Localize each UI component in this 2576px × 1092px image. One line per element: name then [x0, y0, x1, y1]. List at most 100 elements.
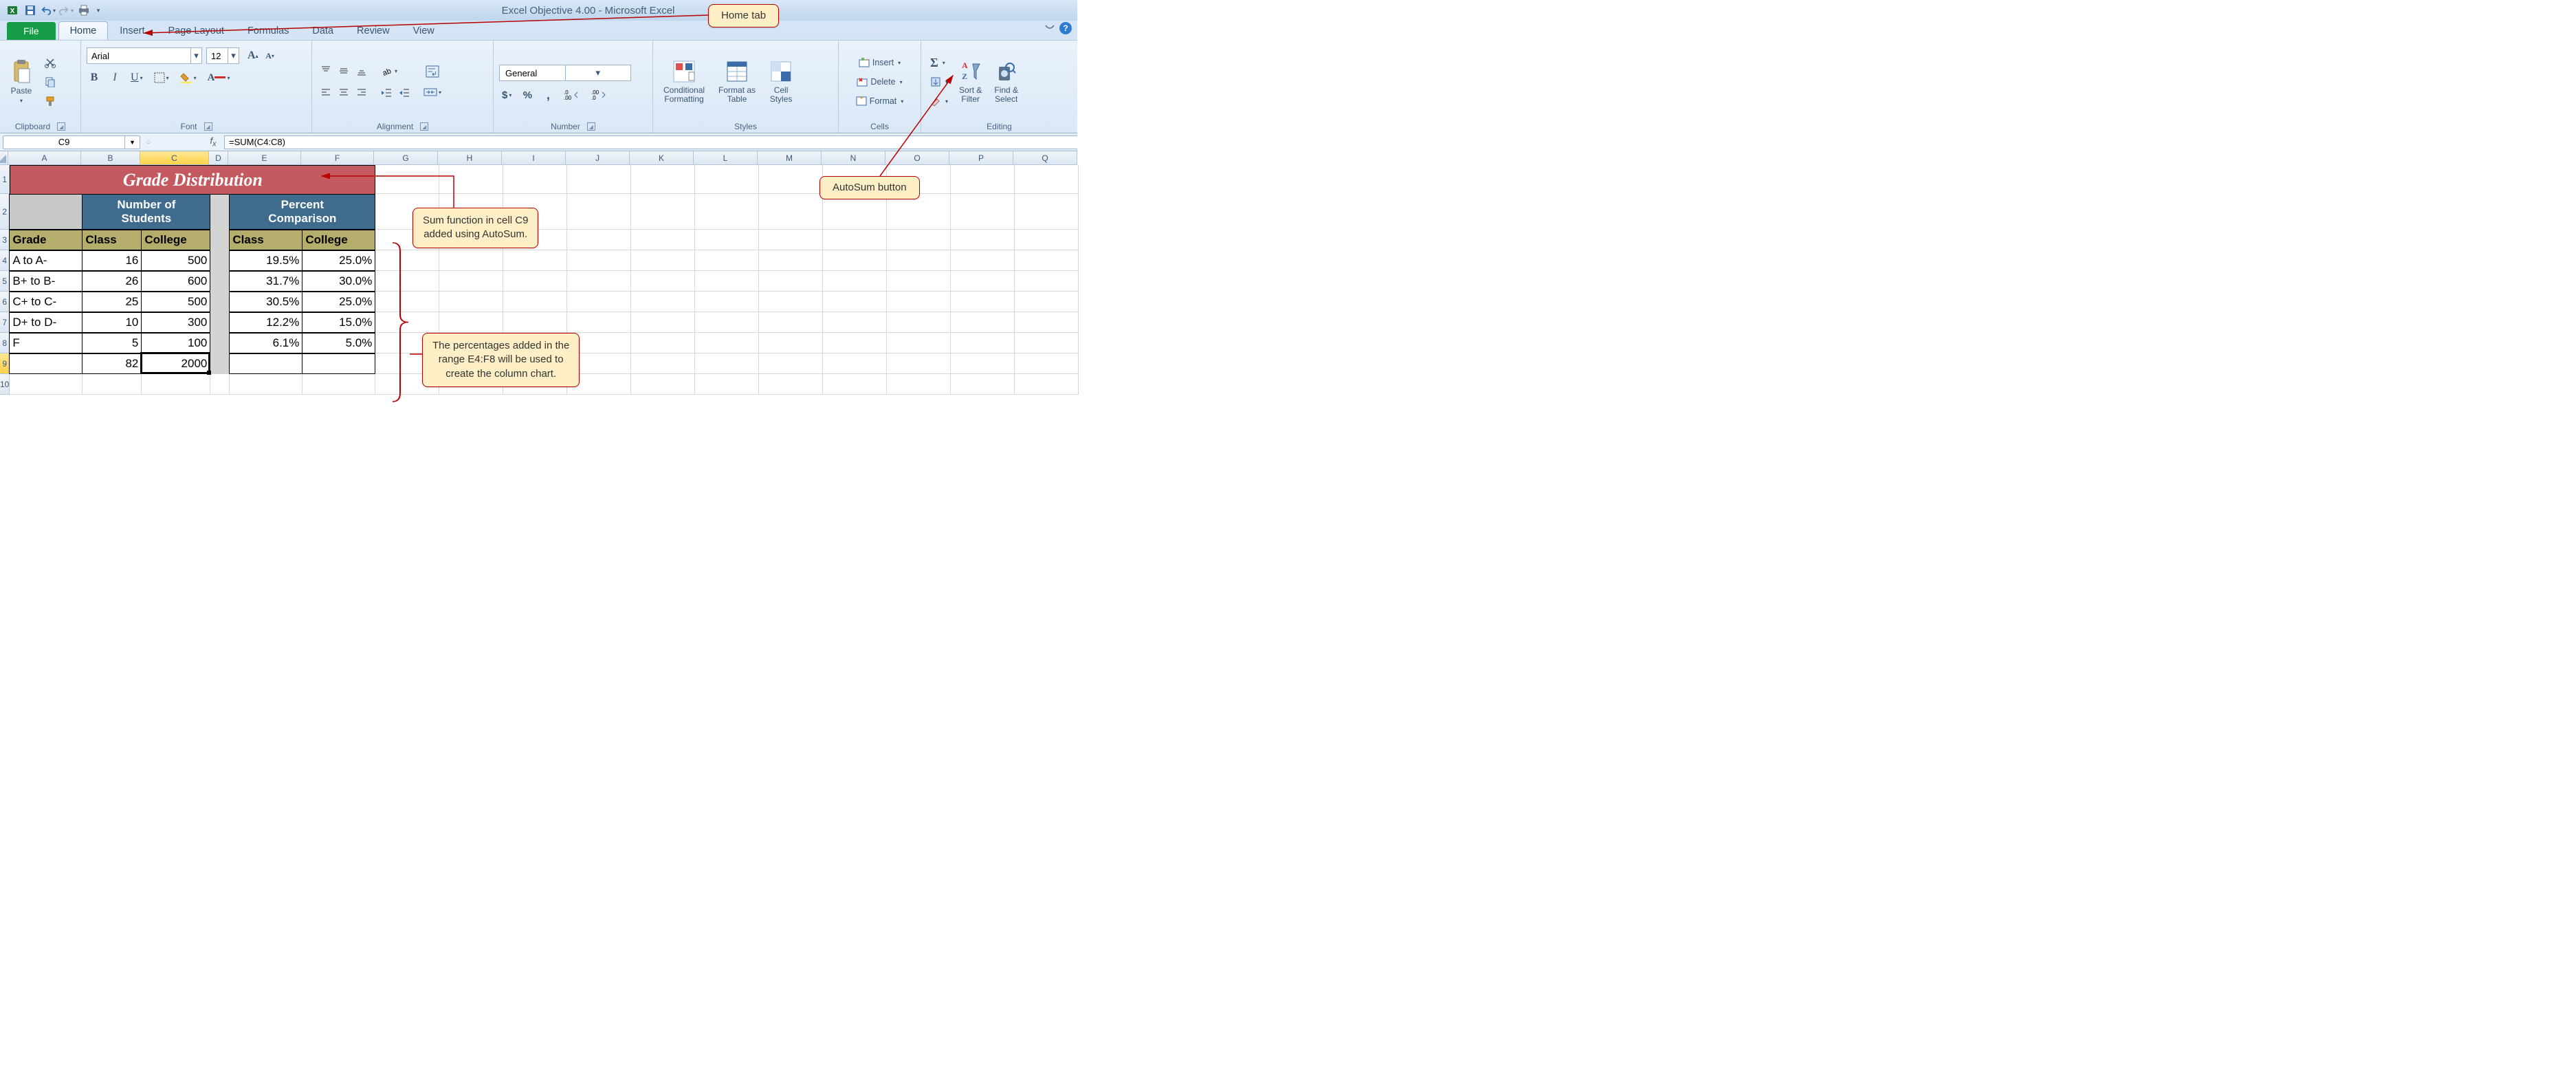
cell[interactable] [1015, 250, 1079, 270]
cell-A6[interactable]: C+ to C- [9, 292, 82, 312]
cell[interactable] [375, 292, 439, 312]
col-header-H[interactable]: H [438, 151, 502, 165]
cell[interactable] [823, 292, 887, 312]
cell-C5[interactable]: 600 [141, 271, 210, 292]
cell[interactable] [631, 292, 695, 312]
clear-button[interactable]: ▾ [927, 93, 951, 109]
cell[interactable] [503, 292, 567, 312]
cell[interactable] [887, 333, 951, 353]
cell[interactable] [759, 353, 823, 373]
col-header-J[interactable]: J [566, 151, 630, 165]
tab-data[interactable]: Data [300, 21, 345, 40]
cell[interactable] [439, 292, 503, 312]
cell[interactable] [951, 194, 1015, 229]
cell[interactable] [887, 374, 951, 394]
decrease-indent-icon[interactable] [378, 85, 395, 100]
comma-icon[interactable]: , [540, 87, 555, 102]
cell[interactable] [567, 312, 631, 332]
cell[interactable] [951, 292, 1015, 312]
fill-button[interactable]: ▾ [927, 74, 951, 90]
cell[interactable] [823, 312, 887, 332]
cell-B5[interactable]: 26 [82, 271, 142, 292]
cell[interactable] [503, 312, 567, 332]
row-header-7[interactable]: 7 [0, 312, 10, 333]
cell-B7[interactable]: 10 [82, 312, 142, 333]
insert-cells-button[interactable]: Insert▾ [855, 54, 904, 71]
cell[interactable] [567, 250, 631, 270]
cell[interactable] [631, 230, 695, 250]
cell[interactable] [567, 165, 631, 193]
cell[interactable] [823, 353, 887, 373]
cell[interactable] [951, 312, 1015, 332]
cell-A9[interactable] [9, 353, 82, 374]
cell-F9[interactable] [302, 353, 375, 374]
fill-color-icon[interactable]: ▾ [177, 70, 199, 85]
cell-E8[interactable]: 6.1% [229, 333, 302, 353]
cell[interactable] [951, 353, 1015, 373]
row-header-5[interactable]: 5 [0, 271, 10, 292]
col-header-N[interactable]: N [822, 151, 885, 165]
cell[interactable] [695, 292, 759, 312]
cell-F3[interactable]: College [302, 230, 375, 250]
cell[interactable] [439, 271, 503, 291]
cell[interactable] [302, 374, 375, 394]
find-select-button[interactable]: Find & Select [989, 43, 1023, 120]
cell[interactable] [759, 230, 823, 250]
row-header-8[interactable]: 8 [0, 333, 10, 353]
col-header-K[interactable]: K [630, 151, 694, 165]
cell-C8[interactable]: 100 [141, 333, 210, 353]
cell-C7[interactable]: 300 [141, 312, 210, 333]
cell[interactable] [695, 250, 759, 270]
cell-E3[interactable]: Class [229, 230, 302, 250]
col-header-I[interactable]: I [502, 151, 566, 165]
col-header-L[interactable]: L [694, 151, 758, 165]
cell-B3[interactable]: Class [82, 230, 142, 250]
col-header-M[interactable]: M [758, 151, 822, 165]
italic-icon[interactable]: I [107, 70, 122, 85]
qat-customize-icon[interactable]: ▾ [93, 3, 103, 18]
redo-icon[interactable]: ▾ [58, 3, 74, 18]
increase-indent-icon[interactable] [396, 85, 412, 100]
cell-C6[interactable]: 500 [141, 292, 210, 312]
cut-icon[interactable] [41, 54, 59, 71]
font-color-icon[interactable]: A▾ [205, 70, 233, 85]
autosum-button[interactable]: Σ▾ [927, 54, 951, 71]
cell[interactable] [1015, 194, 1079, 229]
copy-icon[interactable] [41, 74, 59, 90]
sort-filter-button[interactable]: AZ Sort & Filter [954, 43, 987, 120]
cell[interactable] [1015, 374, 1079, 394]
row-header-6[interactable]: 6 [0, 292, 10, 312]
cell[interactable] [823, 230, 887, 250]
cell[interactable] [439, 165, 503, 193]
col-header-F[interactable]: F [301, 151, 374, 165]
cell-E5[interactable]: 31.7% [229, 271, 302, 292]
excel-icon[interactable]: X [4, 3, 21, 18]
cell[interactable] [695, 374, 759, 394]
cell[interactable] [503, 271, 567, 291]
cell[interactable] [503, 250, 567, 270]
cell-A4[interactable]: A to A- [9, 250, 82, 271]
cell[interactable] [439, 250, 503, 270]
cell[interactable] [823, 271, 887, 291]
cell[interactable] [631, 194, 695, 229]
cell[interactable] [567, 271, 631, 291]
cell-title[interactable]: Grade Distribution [10, 165, 375, 194]
cell[interactable] [375, 271, 439, 291]
row-header-10[interactable]: 10 [0, 374, 10, 395]
shrink-font-icon[interactable]: A▾ [263, 48, 278, 63]
row-header-9[interactable]: 9 [0, 353, 10, 374]
cell-C4[interactable]: 500 [141, 250, 210, 271]
cell[interactable] [230, 374, 302, 394]
tab-view[interactable]: View [401, 21, 446, 40]
cell[interactable] [1015, 292, 1079, 312]
help-icon[interactable]: ? [1059, 22, 1072, 34]
align-top-icon[interactable] [318, 63, 334, 78]
cell[interactable] [759, 271, 823, 291]
cell[interactable] [10, 374, 82, 394]
currency-icon[interactable]: $▾ [499, 87, 514, 102]
font-name-combo[interactable]: Arial▾ [87, 47, 202, 64]
col-header-P[interactable]: P [949, 151, 1013, 165]
minimize-ribbon-icon[interactable] [1044, 24, 1055, 32]
row-header-3[interactable]: 3 [0, 230, 10, 250]
cell-F7[interactable]: 15.0% [302, 312, 375, 333]
